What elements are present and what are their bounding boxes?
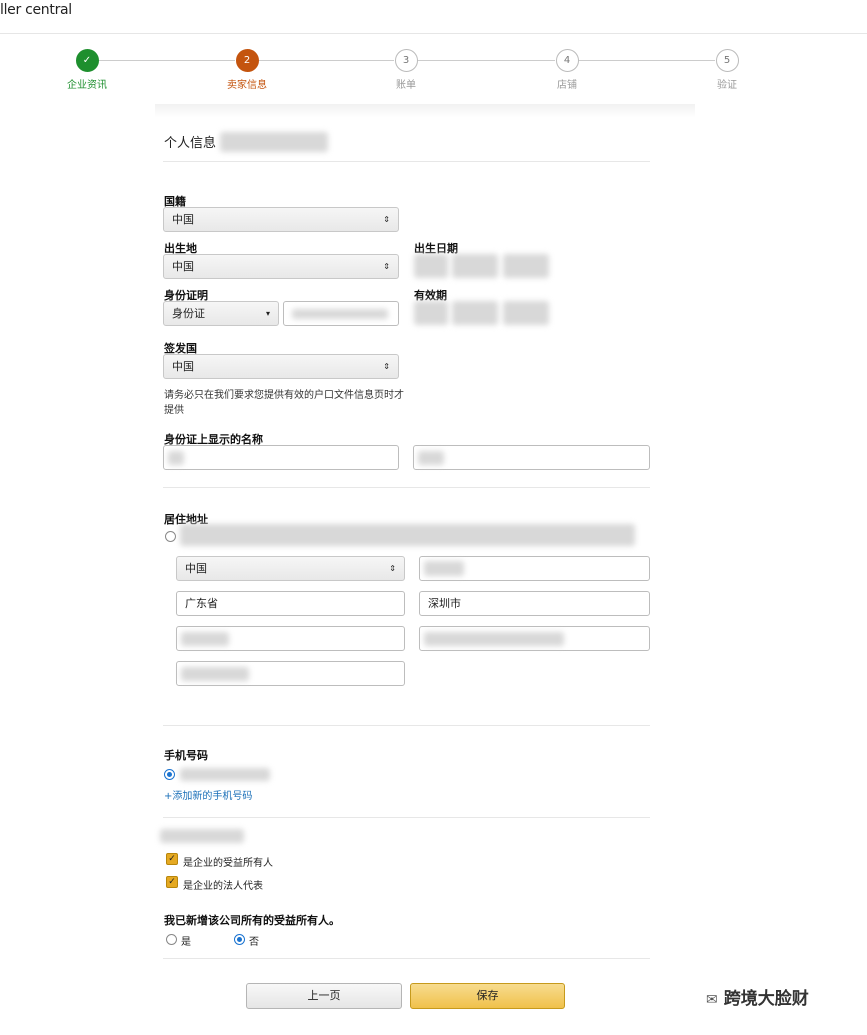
all-owners-question: 我已新增该公司所有的受益所有人。 (164, 914, 340, 927)
address-province-input[interactable]: 广东省 (176, 591, 405, 616)
redacted-person-name (160, 829, 244, 843)
all-owners-yes-label: 是 (181, 937, 191, 948)
step-label: 店铺 (557, 80, 577, 91)
legal-rep-checkbox[interactable]: ✓ (166, 876, 178, 888)
divider (163, 725, 650, 726)
wechat-icon: ✉ (706, 992, 718, 1008)
select-arrow-icon: ⇕ (389, 564, 396, 573)
step-verify[interactable]: 5 验证 (687, 49, 767, 91)
chevron-down-icon: ▾ (265, 309, 270, 318)
step-number: 3 (394, 49, 418, 72)
address-line1-input[interactable] (176, 626, 405, 651)
redacted-text (181, 632, 229, 646)
first-name-input[interactable] (163, 445, 399, 470)
id-hint-text: 请务必只在我们要求您提供有效的户口文件信息页时才提供 (164, 390, 404, 416)
address-country-select[interactable]: 中国 ⇕ (176, 556, 405, 581)
id-number-input[interactable] (283, 301, 399, 326)
watermark: ✉ 跨境大脸财 (706, 989, 809, 1009)
legal-rep-label: 是企业的法人代表 (183, 881, 263, 892)
address-line3-input[interactable] (176, 661, 405, 686)
step-billing[interactable]: 3 账单 (366, 49, 446, 91)
birthdate-day-select[interactable] (414, 254, 448, 278)
step-label: 验证 (717, 80, 737, 91)
redacted-text (168, 451, 184, 465)
progress-stepper: ✓ 企业资讯 2 卖家信息 3 账单 4 店铺 5 验证 (0, 40, 867, 100)
redacted-text (424, 632, 564, 646)
expiry-year-select[interactable] (503, 301, 549, 325)
issuer-select[interactable]: 中国 ⇕ (163, 354, 399, 379)
step-number: 2 (235, 49, 259, 72)
all-owners-no-label: 否 (249, 937, 259, 948)
card-top-shadow (155, 104, 695, 118)
divider (163, 958, 650, 959)
step-number: 5 (715, 49, 739, 72)
birthdate-year-select[interactable] (503, 254, 549, 278)
step-store[interactable]: 4 店铺 (527, 49, 607, 91)
divider (163, 817, 650, 818)
divider (163, 487, 650, 488)
add-phone-link[interactable]: +添加新的手机号码 (164, 787, 252, 802)
step-label: 账单 (396, 80, 416, 91)
brand-logo: ller central (0, 2, 72, 18)
address-option-radio[interactable] (165, 531, 176, 542)
step-label: 卖家信息 (227, 80, 267, 91)
select-arrow-icon: ⇕ (383, 262, 390, 271)
id-type-select[interactable]: 身份证 ▾ (163, 301, 279, 326)
checkmark-icon: ✓ (75, 49, 99, 72)
birthplace-select[interactable]: 中国 ⇕ (163, 254, 399, 279)
step-seller-info[interactable]: 2 卖家信息 (207, 49, 287, 91)
all-owners-no-radio[interactable] (234, 934, 245, 945)
beneficial-owner-checkbox[interactable]: ✓ (166, 853, 178, 865)
top-bar: ller central (0, 0, 867, 34)
address-line2-input[interactable] (419, 626, 650, 651)
step-number: 4 (555, 49, 579, 72)
last-name-input[interactable] (413, 445, 650, 470)
redacted-text (181, 667, 249, 681)
birthdate-month-select[interactable] (452, 254, 498, 278)
beneficial-owner-label: 是企业的受益所有人 (183, 858, 273, 869)
section-title-personal: 个人信息 (164, 136, 217, 151)
select-arrow-icon: ⇕ (383, 362, 390, 371)
divider (163, 161, 650, 162)
step-company-info[interactable]: ✓ 企业资讯 (47, 49, 127, 91)
previous-page-button[interactable]: 上一页 (246, 983, 402, 1009)
save-button[interactable]: 保存 (410, 983, 565, 1009)
redacted-address-option (180, 524, 635, 546)
redacted-name (220, 132, 328, 152)
step-label: 企业资讯 (67, 80, 107, 91)
address-city-input[interactable]: 深圳市 (419, 591, 650, 616)
phone-label: 手机号码 (164, 749, 208, 762)
expiry-day-select[interactable] (414, 301, 448, 325)
redacted-id-number (292, 309, 388, 319)
phone-option-radio[interactable] (164, 769, 175, 780)
all-owners-yes-radio[interactable] (166, 934, 177, 945)
select-arrow-icon: ⇕ (383, 215, 390, 224)
redacted-phone (180, 768, 270, 781)
redacted-text (418, 451, 444, 465)
expiry-month-select[interactable] (452, 301, 498, 325)
address-postcode-input[interactable] (419, 556, 650, 581)
nationality-select[interactable]: 中国 ⇕ (163, 207, 399, 232)
redacted-text (424, 561, 464, 576)
